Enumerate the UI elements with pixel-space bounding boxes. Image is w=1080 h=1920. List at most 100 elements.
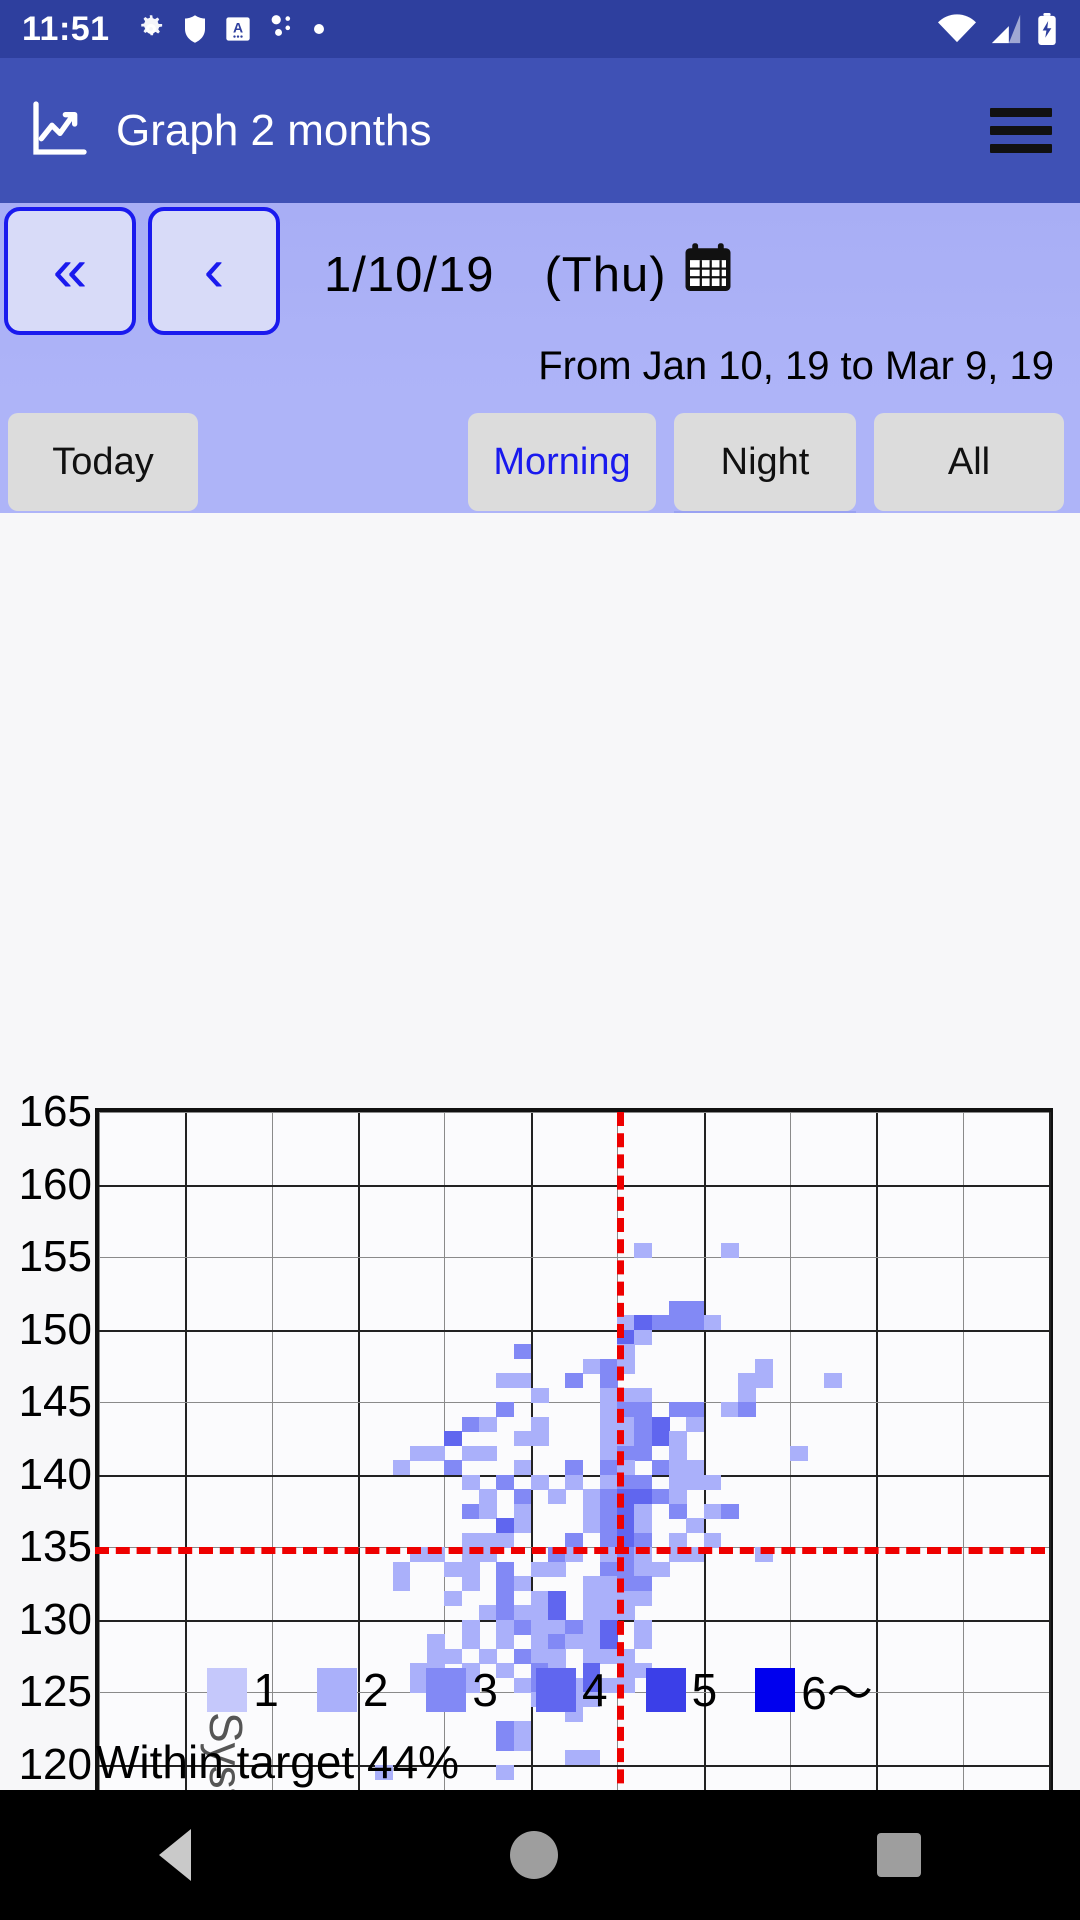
heatmap-cell xyxy=(599,1503,618,1519)
heatmap-cell xyxy=(634,1329,653,1345)
heatmap-cell xyxy=(530,1561,549,1577)
heatmap-cell xyxy=(513,1373,532,1389)
heatmap-cell xyxy=(703,1315,722,1331)
heatmap-cell xyxy=(599,1474,618,1490)
system-nav-bar xyxy=(0,1790,1080,1920)
heatmap-cell xyxy=(686,1518,705,1534)
heatmap-cell xyxy=(565,1373,584,1389)
heatmap-cell xyxy=(530,1416,549,1432)
legend-label: 1 xyxy=(253,1664,279,1716)
heatmap-cell xyxy=(582,1605,601,1621)
legend-swatch xyxy=(316,1668,357,1712)
heatmap-cell xyxy=(513,1460,532,1476)
heatmap-cell xyxy=(444,1431,463,1447)
heatmap-cell xyxy=(634,1634,653,1650)
heatmap-cell xyxy=(738,1387,756,1403)
heatmap-cell xyxy=(479,1503,497,1519)
heatmap-cell xyxy=(513,1431,532,1447)
heatmap-cell xyxy=(565,1750,584,1766)
heatmap-cell xyxy=(634,1431,653,1447)
all-filter-button[interactable]: All xyxy=(874,413,1064,511)
heatmap-cell xyxy=(496,1402,515,1418)
app-bar: Graph 2 months xyxy=(0,58,1080,203)
back-triangle-icon[interactable] xyxy=(159,1829,192,1881)
a-badge-icon: A xyxy=(224,15,252,43)
heatmap-cell xyxy=(738,1402,756,1418)
heatmap-cell xyxy=(669,1300,687,1316)
legend-label: 2 xyxy=(362,1664,389,1716)
today-button[interactable]: Today xyxy=(8,413,198,511)
heatmap-cell xyxy=(530,1474,549,1490)
gridline-horizontal xyxy=(99,1329,1049,1332)
y-tick-label: 150 xyxy=(18,1304,92,1354)
heatmap-cell xyxy=(548,1590,566,1606)
heatmap-cell xyxy=(461,1445,480,1461)
heatmap-cell xyxy=(755,1358,774,1374)
heatmap-cell xyxy=(496,1619,515,1635)
heatmap-cell xyxy=(461,1503,480,1519)
date-navigation: « ‹ 1/10/19 (Thu) From Jan 10, 19 to Mar… xyxy=(0,203,1080,403)
heatmap-cell xyxy=(496,1518,515,1534)
heatmap-cell xyxy=(599,1387,618,1403)
heatmap-cell xyxy=(651,1416,670,1432)
legend-item: 1 xyxy=(207,1663,279,1717)
y-tick-label: 135 xyxy=(18,1522,92,1572)
heatmap-cell xyxy=(720,1242,739,1258)
legend-item: 6～ xyxy=(755,1657,873,1723)
night-filter-button[interactable]: Night xyxy=(674,413,856,523)
calendar-icon[interactable] xyxy=(681,241,735,300)
prev-button[interactable]: ‹ xyxy=(148,206,280,335)
heatmap-cell xyxy=(479,1605,497,1621)
heatmap-cell xyxy=(634,1590,653,1606)
heatmap-cell xyxy=(669,1431,687,1447)
heatmap-cell xyxy=(599,1619,618,1635)
heatmap-cell xyxy=(599,1402,618,1418)
heatmap-cell xyxy=(392,1460,411,1476)
filter-button-row: Today Morning Night All xyxy=(0,403,1080,523)
heatmap-cell xyxy=(582,1576,601,1592)
within-target-label: Within target 44% xyxy=(96,1736,460,1788)
chart-area: 1001051101151201251301351401451501551601… xyxy=(0,513,1080,1920)
heatmap-cell xyxy=(392,1561,411,1577)
heatmap-cell xyxy=(513,1344,532,1360)
date-range-label: From Jan 10, 19 to Mar 9, 19 xyxy=(538,344,1054,388)
heatmap-cell xyxy=(479,1489,497,1505)
status-left-icons: A xyxy=(136,14,326,44)
heatmap-cell xyxy=(479,1532,497,1548)
heatmap-cell xyxy=(513,1503,532,1519)
heatmap-cell xyxy=(599,1634,618,1650)
heatmap-cell xyxy=(599,1373,618,1389)
heatmap-cell xyxy=(634,1503,653,1519)
heatmap-cell xyxy=(530,1619,549,1635)
heatmap-cell xyxy=(599,1518,618,1534)
heatmap-cell xyxy=(427,1445,446,1461)
heatmap-cell xyxy=(461,1474,480,1490)
heatmap-cell xyxy=(755,1373,774,1389)
shield-icon xyxy=(182,14,208,44)
gridline-horizontal xyxy=(99,1402,1049,1404)
heatmap-cell xyxy=(461,1634,480,1650)
heatmap-cell xyxy=(496,1590,515,1606)
y-tick-label: 120 xyxy=(18,1739,92,1789)
heatmap-cell xyxy=(669,1532,687,1548)
home-circle-icon[interactable] xyxy=(509,1831,558,1879)
heatmap-cell xyxy=(599,1561,618,1577)
heatmap-cell xyxy=(461,1416,480,1432)
cellular-icon xyxy=(989,14,1023,44)
recent-square-icon[interactable] xyxy=(876,1833,921,1877)
heatmap-cell xyxy=(599,1445,618,1461)
heatmap-cell xyxy=(565,1460,584,1476)
heatmap-cell xyxy=(565,1532,584,1548)
hamburger-menu-icon[interactable] xyxy=(990,108,1052,153)
y-tick-label: 160 xyxy=(18,1159,92,1209)
date-range-row: From Jan 10, 19 to Mar 9, 19 xyxy=(0,338,1080,403)
heatmap-cell xyxy=(444,1590,463,1606)
heatmap-cell xyxy=(669,1474,687,1490)
prev-fast-button[interactable]: « xyxy=(4,206,136,335)
gear-icon xyxy=(136,14,166,44)
gridline-horizontal xyxy=(99,1257,1049,1259)
heatmap-cell xyxy=(651,1431,670,1447)
morning-filter-button[interactable]: Morning xyxy=(468,413,656,511)
heatmap-cell xyxy=(686,1402,705,1418)
heatmap-cell xyxy=(669,1503,687,1519)
